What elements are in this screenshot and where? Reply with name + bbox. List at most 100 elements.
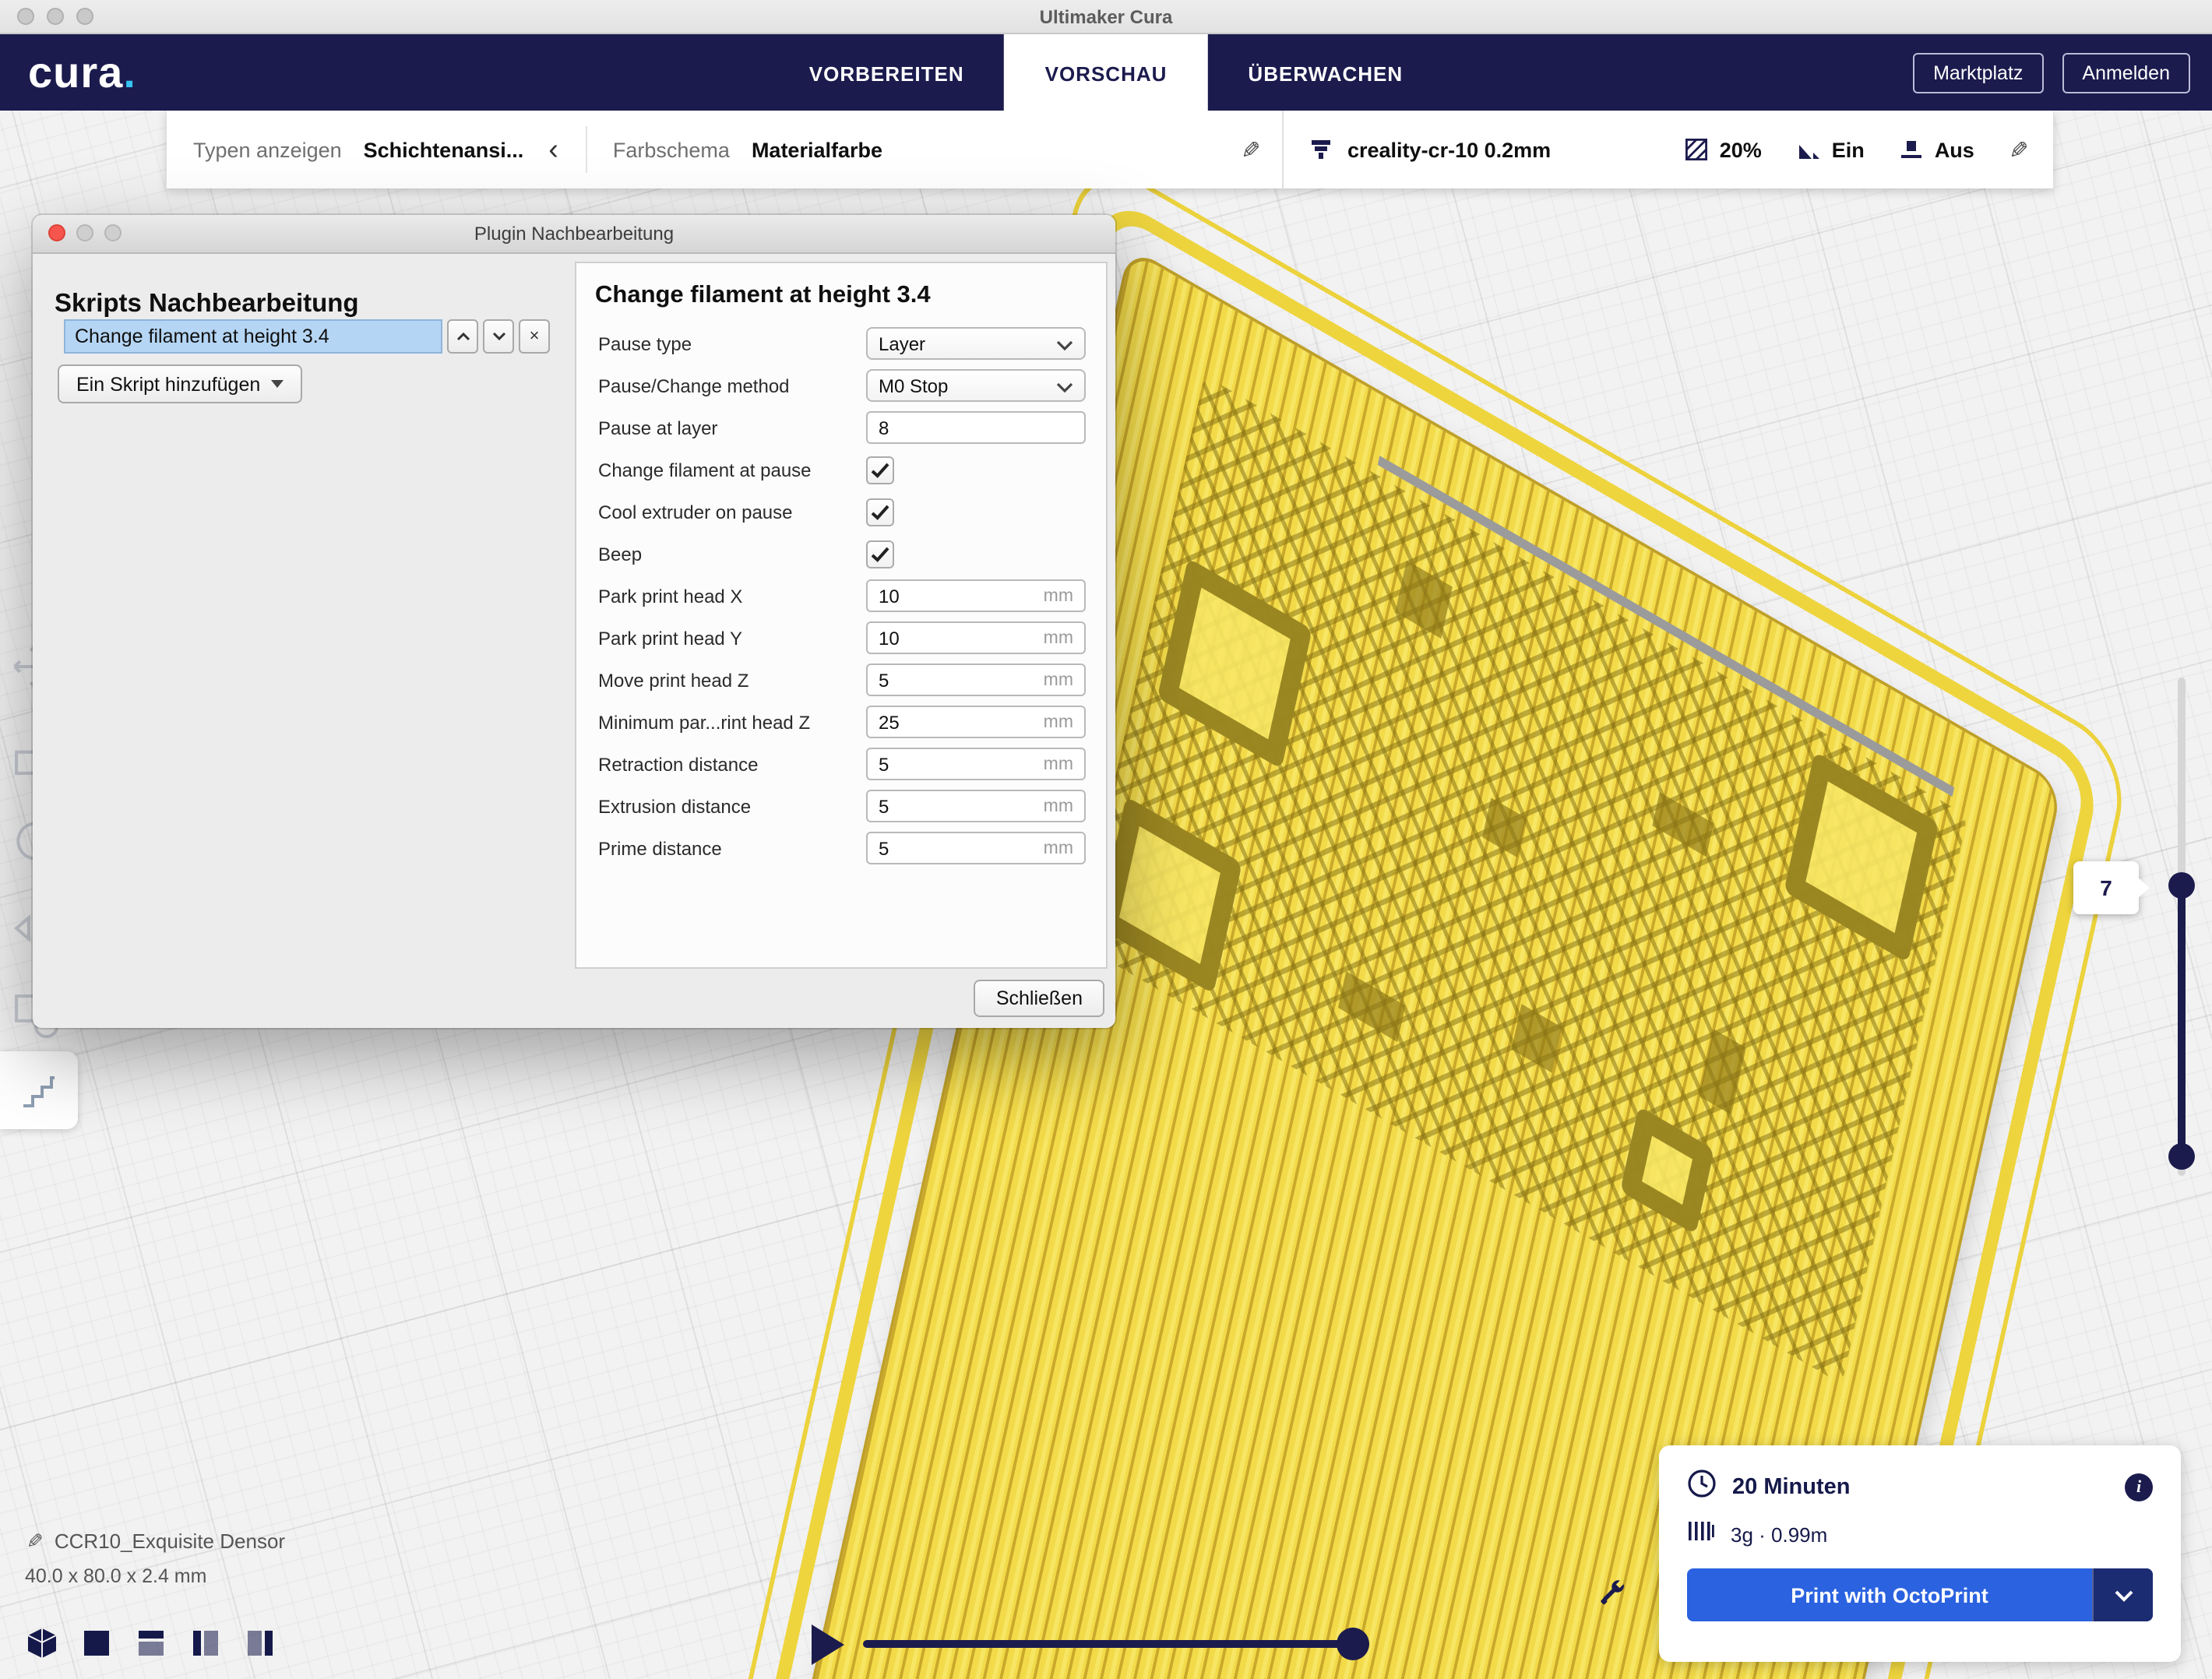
color-scheme-label: Farbschema <box>613 138 730 161</box>
sign-in-button[interactable]: Anmelden <box>2062 53 2190 93</box>
rename-object-icon[interactable]: ✎ <box>21 1532 46 1549</box>
header-actions: Marktplatz Anmelden <box>1913 53 2190 93</box>
path-slider-handle[interactable] <box>1337 1628 1369 1660</box>
app-window: Ultimaker Cura cura. VORBEREITEN VORSCHA… <box>0 0 2212 1679</box>
minimize-window-button[interactable] <box>47 8 64 25</box>
view-right-icon[interactable] <box>243 1626 277 1660</box>
remove-script-button[interactable]: × <box>519 319 550 354</box>
layer-slider-upper-handle[interactable] <box>2168 872 2195 899</box>
beep-checkbox[interactable] <box>866 540 894 568</box>
park-print-head-y-input[interactable]: mm <box>866 621 1086 654</box>
move-script-down-button[interactable] <box>483 319 514 354</box>
park-print-head-x-input[interactable]: mm <box>866 579 1086 612</box>
view-front-icon[interactable] <box>79 1626 114 1660</box>
print-options-chevron-icon[interactable] <box>2092 1568 2153 1621</box>
support-icon <box>1796 137 1821 162</box>
object-name: CCR10_Exquisite Densor <box>55 1529 285 1552</box>
cool-extruder-on-pause-checkbox[interactable] <box>866 498 894 526</box>
model-list-panel[interactable] <box>0 1051 78 1129</box>
cura-logo: cura. <box>28 51 136 95</box>
qr-finder-square <box>1784 752 1939 963</box>
field-label: Prime distance <box>598 837 866 859</box>
view-top-icon[interactable] <box>134 1626 168 1660</box>
dialog-title: Plugin Nachbearbeitung <box>474 223 674 245</box>
dialog-close-button[interactable] <box>48 224 65 241</box>
field-label: Park print head X <box>598 585 866 607</box>
dropdown-caret-icon <box>271 380 284 388</box>
macos-titlebar: Ultimaker Cura <box>0 0 2212 34</box>
settings-row: Prime distance mm <box>598 827 1090 869</box>
settings-row: Change filament at pause <box>598 449 1090 491</box>
path-slider-track[interactable] <box>863 1640 1369 1648</box>
field-label: Pause type <box>598 333 866 354</box>
collapse-panel-icon[interactable]: ‹ <box>545 135 562 164</box>
printer-icon <box>1309 137 1333 162</box>
pause-type-select[interactable]: Layer <box>866 327 1086 360</box>
field-label: Minimum par...rint head Z <box>598 711 866 733</box>
checkmark-icon <box>871 504 889 519</box>
adhesion-stat[interactable]: Aus <box>1899 137 1974 162</box>
field-label: Change filament at pause <box>598 459 866 480</box>
settings-row: Pause type Layer <box>598 322 1090 364</box>
settings-row: Pause/Change method M0 Stop <box>598 364 1090 407</box>
print-summary-panel: 20 Minuten i 3g · 0.99m Print with OctoP… <box>1659 1445 2181 1662</box>
field-label: Pause at layer <box>598 417 866 438</box>
infill-value: 20% <box>1720 138 1762 161</box>
pause-change-method-select[interactable]: M0 Stop <box>866 369 1086 402</box>
adhesion-icon <box>1899 137 1924 162</box>
support-stat[interactable]: Ein <box>1796 137 1865 162</box>
dialog-titlebar[interactable]: Plugin Nachbearbeitung <box>33 215 1115 254</box>
layer-slider-range <box>2178 885 2186 1156</box>
dialog-minimize-button <box>76 224 93 241</box>
view-left-icon[interactable] <box>188 1626 223 1660</box>
extrusion-distance-input[interactable]: mm <box>866 790 1086 822</box>
printer-profile[interactable]: creality-cr-10 0.2mm <box>1347 138 1551 161</box>
tab-ueberwachen[interactable]: ÜBERWACHEN <box>1207 34 1443 112</box>
settings-row: Cool extruder on pause <box>598 491 1090 533</box>
tools-wrench-icon[interactable] <box>1598 1578 1628 1607</box>
selected-script-item[interactable]: Change filament at height 3.4 <box>64 319 442 354</box>
minimum-park-print-head-z-input[interactable]: mm <box>866 706 1086 738</box>
window-controls <box>17 8 93 25</box>
dialog-zoom-button <box>104 224 122 241</box>
retraction-distance-input[interactable]: mm <box>866 748 1086 780</box>
edit-view-icon[interactable]: ✎ <box>1236 139 1264 159</box>
add-script-button[interactable]: Ein Skript hinzufügen <box>58 364 302 403</box>
play-button[interactable] <box>812 1624 844 1665</box>
color-scheme-value[interactable]: Materialfarbe <box>752 138 882 161</box>
stage-tabs: VORBEREITEN VORSCHAU ÜBERWACHEN <box>769 34 1443 112</box>
script-settings-heading: Change filament at height 3.4 <box>595 282 1106 310</box>
view-3d-icon[interactable] <box>25 1626 59 1660</box>
field-label: Move print head Z <box>598 669 866 691</box>
view-type-label: Typen anzeigen <box>193 138 342 161</box>
layer-slider-lower-handle[interactable] <box>2168 1143 2195 1170</box>
clock-icon <box>1687 1469 1717 1506</box>
move-script-up-button[interactable] <box>447 319 478 354</box>
zoom-window-button[interactable] <box>76 8 93 25</box>
checkmark-icon <box>871 462 889 477</box>
edit-print-settings-icon[interactable]: ✎ <box>2004 139 2032 159</box>
close-window-button[interactable] <box>17 8 34 25</box>
view-type-value[interactable]: Schichtenansi... <box>364 138 524 161</box>
pause-at-layer-input[interactable] <box>866 411 1086 444</box>
change-filament-at-pause-checkbox[interactable] <box>866 456 894 484</box>
info-icon[interactable]: i <box>2125 1473 2153 1501</box>
slice-settings-summary: 20% Ein Aus ✎ <box>1684 136 2028 164</box>
marketplace-button[interactable]: Marktplatz <box>1913 53 2043 93</box>
close-dialog-button[interactable]: Schließen <box>974 980 1104 1017</box>
view-toolbar: Typen anzeigen Schichtenansi... ‹ Farbsc… <box>167 111 2053 188</box>
settings-row: Park print head Y mm <box>598 617 1090 659</box>
print-button[interactable]: Print with OctoPrint <box>1687 1568 2153 1621</box>
tab-vorschau[interactable]: VORSCHAU <box>1005 34 1208 112</box>
field-label: Pause/Change method <box>598 375 866 396</box>
tab-vorbereiten[interactable]: VORBEREITEN <box>769 34 1005 112</box>
scripts-heading: Skripts Nachbearbeitung <box>55 290 359 319</box>
move-print-head-z-input[interactable]: mm <box>866 664 1086 696</box>
field-label: Beep <box>598 543 866 565</box>
post-processing-dialog: Plugin Nachbearbeitung Skripts Nachbearb… <box>33 215 1115 1028</box>
chevron-down-icon <box>1056 375 1073 396</box>
prime-distance-input[interactable]: mm <box>866 832 1086 864</box>
field-label: Park print head Y <box>598 627 866 649</box>
checkmark-icon <box>871 546 889 561</box>
infill-stat[interactable]: 20% <box>1684 137 1762 162</box>
